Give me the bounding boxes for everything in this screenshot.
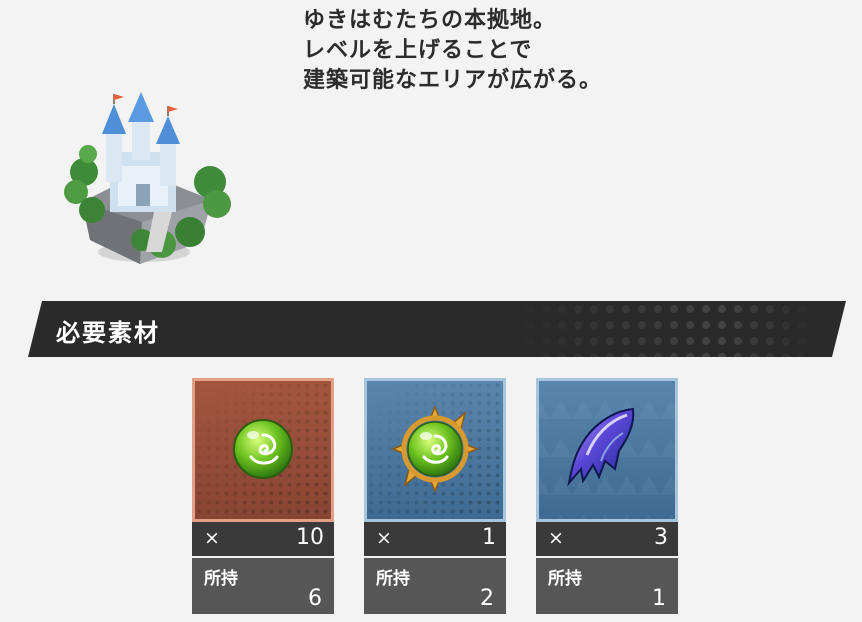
- section-header-banner: 必要素材: [28, 301, 846, 357]
- multiply-sign: ×: [204, 527, 220, 549]
- material-icon-frame: [536, 378, 678, 522]
- blue-crystal-claw-icon: [567, 407, 635, 487]
- owned-quantity: 6: [308, 586, 322, 611]
- description-line: 建築可能なエリアが広がる。: [303, 68, 603, 93]
- material-card[interactable]: × 1 所持 2: [364, 378, 506, 614]
- material-card[interactable]: × 10 所持 6: [192, 378, 334, 614]
- owned-quantity-panel: 所持 6: [192, 558, 334, 614]
- required-quantity: 1: [482, 525, 496, 550]
- material-card[interactable]: × 3 所持 1: [536, 378, 678, 614]
- facility-description: ゆきはむたちの本拠地。 レベルを上げることで 建築可能なエリアが広がる。: [303, 6, 602, 96]
- multiply-sign: ×: [548, 527, 564, 549]
- castle-building-image: [64, 92, 231, 264]
- green-orb-gold-frame-icon: [391, 405, 479, 493]
- owned-label: 所持: [204, 569, 238, 589]
- owned-quantity: 1: [652, 586, 666, 611]
- multiply-sign: ×: [376, 527, 392, 549]
- material-icon-frame: [364, 378, 506, 522]
- required-quantity-bar: × 10: [192, 522, 334, 556]
- green-orb-icon: [233, 419, 293, 479]
- section-title: 必要素材: [56, 319, 160, 347]
- required-quantity-bar: × 1: [364, 522, 506, 556]
- owned-quantity-panel: 所持 1: [536, 558, 678, 614]
- required-quantity-bar: × 3: [536, 522, 678, 556]
- owned-quantity-panel: 所持 2: [364, 558, 506, 614]
- required-quantity: 3: [654, 525, 668, 550]
- required-quantity: 10: [296, 525, 324, 550]
- description-line: レベルを上げることで: [303, 38, 533, 63]
- material-icon-frame: [192, 378, 334, 522]
- owned-label: 所持: [548, 569, 582, 589]
- banner-dot-pattern: [506, 301, 816, 357]
- building-upgrade-panel: ゆきはむたちの本拠地。 レベルを上げることで 建築可能なエリアが広がる。 必要素…: [0, 0, 862, 622]
- owned-quantity: 2: [480, 586, 494, 611]
- owned-label: 所持: [376, 569, 410, 589]
- description-line: ゆきはむたちの本拠地。: [303, 8, 557, 33]
